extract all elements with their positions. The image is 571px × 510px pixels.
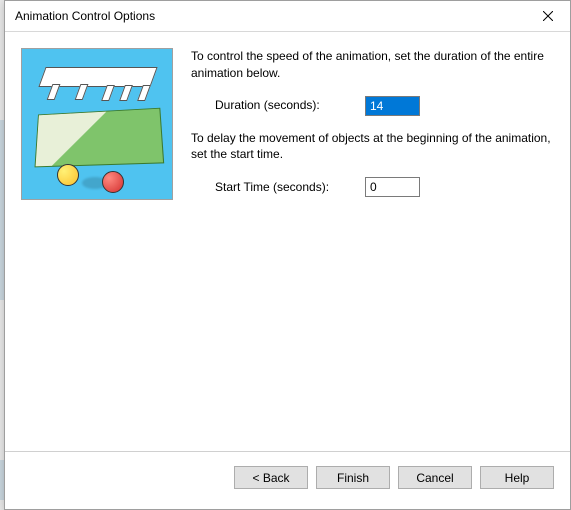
dialog-window: Animation Control Options To control the… xyxy=(4,0,571,510)
cancel-button[interactable]: Cancel xyxy=(398,466,472,489)
start-time-input[interactable] xyxy=(365,177,420,197)
content-area: To control the speed of the animation, s… xyxy=(5,32,570,451)
form-pane: To control the speed of the animation, s… xyxy=(173,48,554,451)
close-icon xyxy=(543,11,553,21)
finish-button[interactable]: Finish xyxy=(316,466,390,489)
speed-instruction: To control the speed of the animation, s… xyxy=(191,48,554,82)
start-time-row: Start Time (seconds): xyxy=(191,177,554,197)
window-title: Animation Control Options xyxy=(15,9,525,23)
duration-row: Duration (seconds): xyxy=(191,96,554,116)
start-time-label: Start Time (seconds): xyxy=(215,179,365,196)
button-bar: < Back Finish Cancel Help xyxy=(5,451,570,509)
help-button[interactable]: Help xyxy=(480,466,554,489)
close-button[interactable] xyxy=(525,1,570,31)
delay-instruction: To delay the movement of objects at the … xyxy=(191,130,554,164)
duration-input[interactable] xyxy=(365,96,420,116)
titlebar: Animation Control Options xyxy=(5,1,570,32)
preview-image xyxy=(21,48,173,200)
duration-label: Duration (seconds): xyxy=(215,97,365,114)
back-button[interactable]: < Back xyxy=(234,466,308,489)
